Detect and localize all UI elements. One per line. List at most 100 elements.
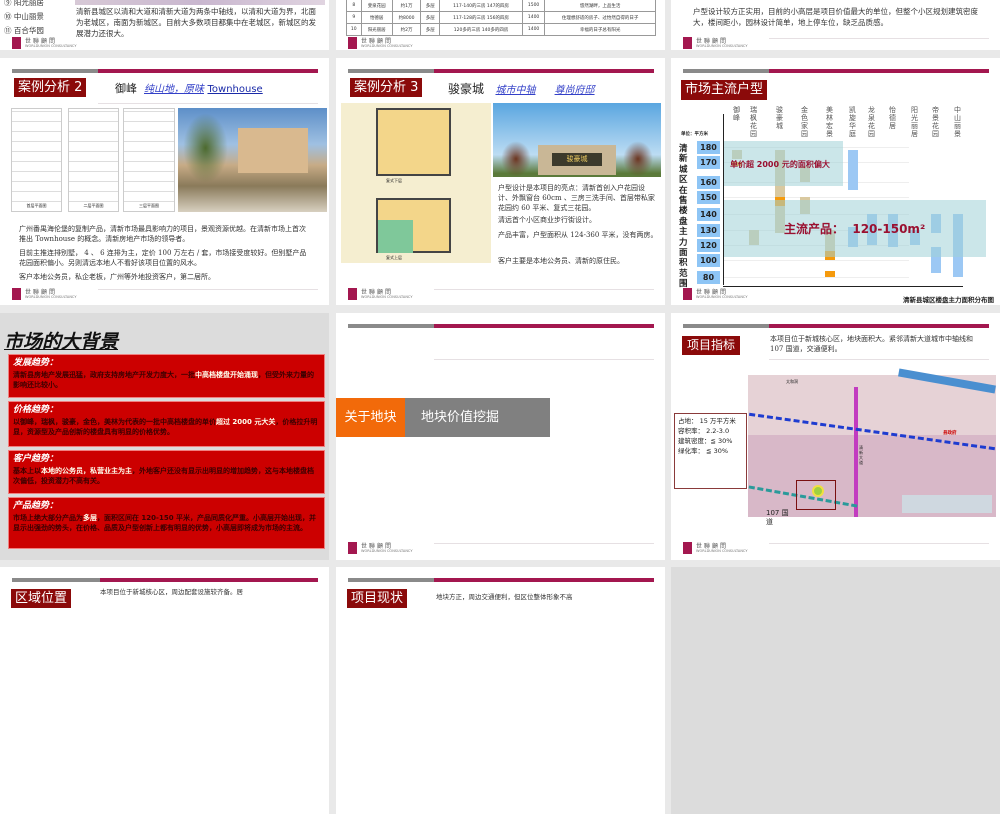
slide-title: 案例分析 2 [14, 78, 87, 97]
x-tick-label: 中山丽景 [954, 106, 961, 138]
section-label: 关于地块 [336, 398, 405, 437]
tagline-link[interactable]: Townhouse [208, 84, 263, 95]
table-cell: 1400 [521, 11, 546, 24]
table-cell: 1400 [521, 23, 546, 36]
gridline [724, 197, 909, 198]
table-cell: 住理想舒适的房子、过怡然自得的日子 [544, 11, 656, 24]
paragraph: 客户主要是本地公务员、清新的原住民。 [498, 257, 624, 265]
table-cell: 多层 [420, 11, 441, 24]
slide-title: 案例分析 3 [350, 78, 423, 97]
slide-title: 市场主流户型 [681, 80, 768, 100]
stats-box: 占地： 15 万平方米 容积率： 2.2-3.0 建筑密度：≦ 30% 绿化率：… [674, 413, 747, 489]
floor-plan-image: 二层平面图 [68, 108, 119, 212]
table-cell: 多层 [420, 23, 441, 36]
paragraph: 户型设计较方正实用，目前的小高层是项目价值最大的单位，但整个小区规划建筑密度大，… [693, 7, 978, 27]
gridline [724, 260, 909, 261]
x-tick-label: 骏豪城 [776, 106, 783, 130]
paragraph: 清远首个小区商业步行街设计。 [498, 216, 596, 224]
slide-case-2[interactable]: 案例分析 2 御峰 纯山地，原味 Townhouse 首层平面图 二层平面图 三… [0, 58, 329, 305]
logo: 世聯顧問 WORLDUNION CONSULTANCY [348, 288, 428, 302]
x-tick-label: 帝景花园 [932, 106, 939, 138]
y-tick-label: 150 [697, 191, 720, 204]
paragraph: 产品丰富，户型面积从 124-360 平米，没有两房。 [498, 231, 658, 239]
trend-block: 客户趋势： 基本上以本地的公务员，私营业主为主，外地客户还没有显示出明显的增加趋势… [8, 450, 325, 494]
y-tick-label: 160 [697, 176, 720, 189]
floor-plan-image: 首层平面图 [11, 108, 62, 212]
overlay-high-price: 单价超 2000 元的面积偏大 [724, 141, 843, 186]
x-axis [723, 286, 963, 287]
slide-empty[interactable] [671, 567, 1000, 814]
table-cell: 约8000 [391, 11, 422, 24]
chart-caption: 清新县城区楼盘主力面积分布图 [903, 296, 994, 304]
project-name: 骏豪城 [448, 82, 485, 96]
entrance-photo: 骏豪城 [493, 103, 661, 177]
list-item: ⑨ 阳光丽居 [4, 0, 44, 7]
map-image [75, 0, 325, 5]
paragraph: 清新县城区以清和大道和清新大道为两条中轴线，以清和大道为界，北面为老城区，南面为… [76, 7, 316, 38]
table-cell: 8 [346, 0, 362, 12]
overlay-mainstream: 主流产品： 120-150m² [724, 200, 986, 257]
slide-project-index[interactable]: 项目指标 本项目位于新城核心区，地块面积大。紧邻清新大道城市中轴线和 107 国… [671, 313, 1000, 560]
table-cell: 幸福的日子总有阳光 [544, 23, 656, 36]
slide-section-land[interactable]: 关于地块 地块价值挖掘 世聯顧問 WORLDUNION CONSULTANCY [336, 313, 665, 560]
logo: 世聯顧問 WORLDUNION CONSULTANCY [348, 37, 428, 50]
subtitle: 骏豪城 城市中轴 尊尚府邸 [448, 80, 595, 97]
x-tick-label: 瑞枫花园 [750, 106, 757, 138]
table-row: 10 阳光丽居 约2万 多层 120多的三房 140多的四房 1400 幸福的日子总有阳光 [346, 23, 656, 36]
paragraph: 本项目位于新城核心区，地块面积大。紧邻清新大道城市中轴线和 107 国道，交通便… [770, 335, 973, 353]
y-tick-label: 100 [697, 254, 720, 267]
table-cell: 10 [346, 23, 362, 36]
logo: 世聯顧問 WORLDUNION CONSULTANCY [683, 542, 763, 556]
y-tick-label: 130 [697, 224, 720, 237]
table-cell: 约1万 [391, 0, 422, 12]
x-tick-label: 金色家园 [801, 106, 808, 138]
slide-title: 项目指标 [682, 336, 741, 355]
table-cell: 120多的三房 140多的四房 [439, 23, 523, 36]
paragraph: 客户本地公务员，私企老板，广州等外地投资客户，第二居所。 [19, 273, 215, 281]
sign-text: 骏豪城 [552, 153, 602, 166]
tagline-link[interactable]: 城市中轴 [495, 85, 535, 96]
list-item: ⑩ 中山丽景 [4, 12, 44, 21]
paragraph: 本项目位于新城核心区，周边配套设施较齐备。居 [100, 588, 243, 596]
paragraph: 地块方正，周边交通便利，但区位整体形象不高 [436, 593, 573, 601]
y-tick-label: 120 [697, 239, 720, 252]
gridline [724, 277, 909, 278]
table-cell: 多层 [420, 0, 441, 12]
tagline-link[interactable]: 尊尚府邸 [555, 85, 595, 96]
bar-segment [825, 271, 835, 277]
logo: 世聯顧問 WORLDUNION CONSULTANCY [683, 37, 763, 50]
tagline-link[interactable]: 纯山地，原味 [144, 84, 204, 95]
project-name: 御峰 [115, 82, 137, 95]
slide-title: 市场的大背景 [4, 331, 119, 353]
x-tick-label: 美林宏景 [826, 106, 833, 138]
slide-district-overview[interactable]: ⑨ 阳光丽居 ⑩ 中山丽景 ⑪ 百合华园 清新县城区以清和大道和清新大道为两条中… [0, 0, 329, 50]
road-label: 107 国道 [766, 509, 789, 526]
y-tick-label: 170 [697, 156, 720, 169]
slide-market-background[interactable]: 市场的大背景 发展趋势： 清新县房地产发展迅猛，政府支持房地产开发力度大，一批中高… [0, 313, 329, 560]
table-cell: 117-140的三房 147的四房 [439, 0, 523, 12]
y-axis-title: 清新城区在售楼盘主力面积范围 [679, 144, 688, 290]
slide-case-3[interactable]: 案例分析 3 骏豪城 城市中轴 尊尚府邸 复式下层 复式上层 骏豪城 户型设计是… [336, 58, 665, 305]
y-tick-label: 80 [697, 271, 720, 284]
paragraph: 广州番禺海伦堡的复制产品，清新市场最具影响力的项目，景观资源优越。在清新市场上首… [19, 225, 306, 243]
y-tick-label: 180 [697, 141, 720, 154]
bar-segment [848, 150, 858, 190]
logo: 世聯顧問 WORLDUNION CONSULTANCY [12, 288, 92, 302]
slide-project-table[interactable]: 8 斐泉花园 约1万 多层 117-140的三房 147的四房 1500 悠然湖畔，上品生活… [336, 0, 665, 50]
slide-unit-design[interactable]: 户型设计较方正实用，目前的小高层是项目价值最大的单位，但整个小区规划建筑密度大，… [671, 0, 1000, 50]
logo: 世聯顧問 WORLDUNION CONSULTANCY [12, 37, 92, 50]
section-heading: 地块价值挖掘 [405, 398, 550, 437]
trend-block: 价格趋势： 以御峰，瑞枫，骏豪，金色，美林为代表的一批中高档楼盘的单价超过 200… [8, 401, 325, 447]
table-cell: 悠然湖畔，上品生活 [544, 0, 656, 12]
slide-project-status[interactable]: 项目现状 地块方正，周边交通便利，但区位整体形象不高 [336, 567, 665, 814]
table-cell: 阳光丽居 [360, 23, 393, 36]
table-row: 8 斐泉花园 约1万 多层 117-140的三房 147的四房 1500 悠然湖畔，上品生活 [346, 0, 656, 12]
slide-regional-location[interactable]: 区域位置 本项目位于新城核心区，周边配套设施较齐备。居 [0, 567, 329, 814]
table-cell: 117-128的三房 156的四房 [439, 11, 523, 24]
townhouse-photo [178, 108, 327, 212]
slide-title: 区域位置 [11, 589, 72, 608]
stat-green-ratio: 绿化率： ≦ 30% [678, 447, 729, 455]
y-tick-label: 140 [697, 208, 720, 221]
slide-mainstream-units-chart[interactable]: 市场主流户型 单位：平方米 清新城区在售楼盘主力面积范围 180 170 160 15… [671, 58, 1000, 305]
stat-density: 建筑密度：≦ 30% [678, 437, 733, 445]
